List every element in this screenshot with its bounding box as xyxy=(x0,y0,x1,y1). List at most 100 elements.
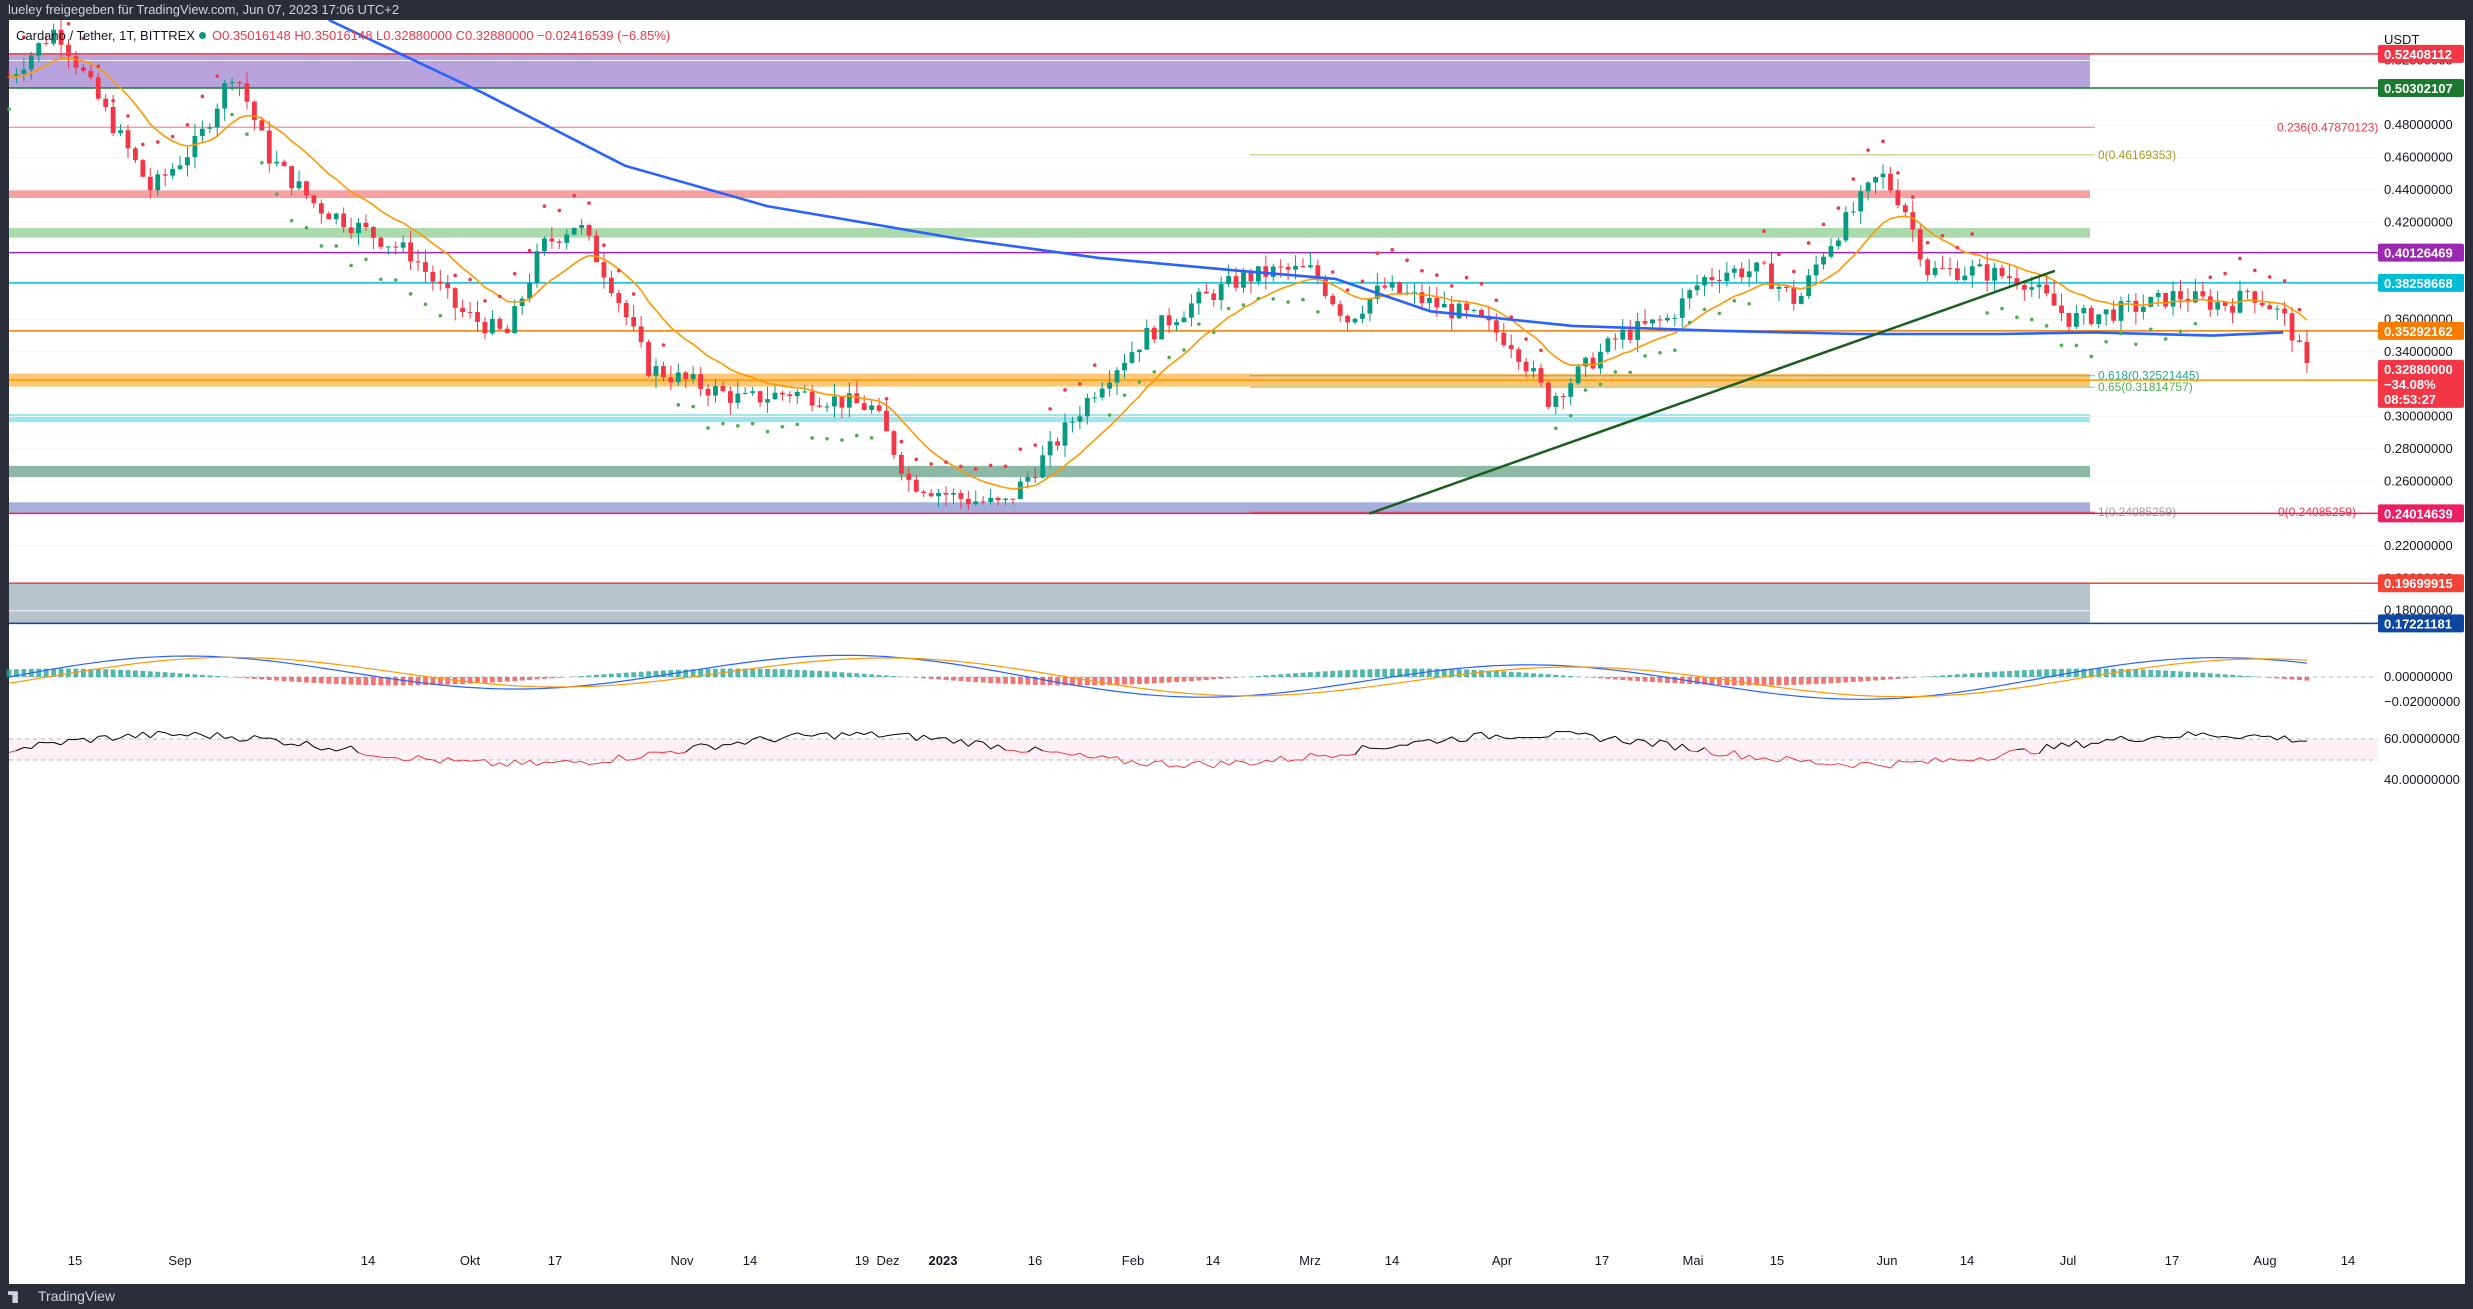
macd-histogram-bar xyxy=(1620,677,1626,681)
psar-dot xyxy=(1435,273,1439,277)
psar-dot xyxy=(1613,370,1618,374)
psar-dot xyxy=(691,404,695,409)
candle-body xyxy=(1664,317,1670,321)
macd-histogram-bar xyxy=(2245,676,2250,677)
rsi-segment xyxy=(1481,732,1490,740)
macd-histogram-bar xyxy=(2029,669,2035,677)
macd-histogram-bar xyxy=(177,673,183,677)
macd-histogram-bar xyxy=(1122,677,1127,685)
candle-body xyxy=(631,317,637,327)
psar-dot xyxy=(1464,275,1469,280)
symbol-label[interactable]: Cardano / Tether, 1T, BITTREX xyxy=(16,28,195,43)
macd-histogram-bar xyxy=(318,677,324,684)
candle-body xyxy=(1940,267,1945,269)
psar-dot xyxy=(200,94,205,99)
time-tick: Jun xyxy=(1877,1253,1898,1268)
macd-histogram-bar xyxy=(1954,674,1960,677)
rsi-segment xyxy=(1228,760,1237,766)
price-chart[interactable]: 0(0.46169353)0.236(0.47870123)0.618(0.32… xyxy=(0,20,2473,1284)
psar-dot xyxy=(185,122,190,127)
candle-body xyxy=(1278,266,1284,268)
rsi-tick: 60.00000000 xyxy=(2384,731,2460,746)
rsi-segment xyxy=(2239,735,2248,740)
candle-body xyxy=(921,491,927,494)
psar-dot xyxy=(1568,413,1573,418)
psar-dot xyxy=(1792,269,1796,274)
candle-body xyxy=(95,77,101,99)
candle-body xyxy=(1538,368,1544,383)
price-tag-label: 0.40126469 xyxy=(2384,246,2453,261)
candle-body xyxy=(995,497,1001,501)
psar-dot xyxy=(1405,258,1409,263)
candle-body xyxy=(1880,173,1886,178)
rsi-segment xyxy=(492,762,501,767)
candle-body xyxy=(1910,212,1916,230)
rsi-segment xyxy=(1176,765,1185,769)
rsi-segment xyxy=(1897,760,1906,763)
rsi-segment xyxy=(135,731,144,739)
symbol-legend[interactable]: Cardano / Tether, 1T, BITTREX O0.35016148… xyxy=(16,28,670,43)
candle-body xyxy=(571,227,577,235)
candle-body xyxy=(281,161,287,167)
macd-histogram-bar xyxy=(1969,673,1975,677)
candle-body xyxy=(1449,303,1455,319)
grid-layer xyxy=(9,59,2378,612)
macd-histogram-bar xyxy=(1999,671,2005,677)
rsi-segment xyxy=(2187,731,2196,737)
candle-body xyxy=(1285,266,1291,270)
candle-body xyxy=(549,238,555,242)
macd-histogram-bar xyxy=(1843,677,1849,683)
candle-body xyxy=(326,213,332,220)
macd-histogram-bar xyxy=(1144,677,1150,684)
macd-histogram-bar xyxy=(95,669,101,677)
psar-dot xyxy=(1628,370,1632,375)
candle-body xyxy=(408,242,413,262)
macd-histogram-bar xyxy=(147,671,153,677)
candle-body xyxy=(2245,290,2250,292)
candle-body xyxy=(497,318,503,329)
macd-histogram-bar xyxy=(1657,677,1663,683)
time-tick: 2023 xyxy=(929,1253,958,1268)
candle-body xyxy=(1203,291,1209,294)
macd-histogram-bar xyxy=(185,673,190,677)
candle-body xyxy=(1627,329,1633,340)
macd-histogram-bar xyxy=(393,677,399,686)
psar-dot xyxy=(1211,330,1216,335)
psar-dot xyxy=(1301,297,1305,302)
psar-dot xyxy=(2267,275,2272,279)
candle-body xyxy=(214,108,220,128)
macd-histogram-bar xyxy=(549,677,555,679)
psar-dot xyxy=(810,436,814,440)
rsi-segment xyxy=(1875,764,1884,767)
candle-body xyxy=(2029,287,2035,290)
macd-histogram-bar xyxy=(988,677,994,683)
macd-histogram-bar xyxy=(661,670,666,677)
candle-body xyxy=(66,44,71,57)
candle-body xyxy=(928,493,934,497)
psar-dot xyxy=(1420,268,1424,273)
rsi-segment xyxy=(209,732,218,739)
psar-dot xyxy=(1137,380,1142,384)
psar-dot xyxy=(1717,311,1722,316)
candle-body xyxy=(1017,481,1023,500)
psar-dot xyxy=(1583,388,1588,392)
price-axis: 0.520000000.480000000.460000000.44000000… xyxy=(2384,32,2460,787)
time-tick: 14 xyxy=(2341,1253,2355,1268)
macd-histogram-bar xyxy=(1382,668,1388,677)
candle-body xyxy=(780,392,785,395)
macd-histogram-bar xyxy=(1434,668,1440,677)
rsi-segment xyxy=(566,759,575,763)
macd-histogram-bar xyxy=(192,674,198,677)
macd-histogram-bar xyxy=(1263,675,1269,677)
candle-body xyxy=(1828,246,1834,257)
macd-histogram-bar xyxy=(445,677,451,685)
psar-dot xyxy=(2297,307,2302,312)
psar-dot xyxy=(1092,363,1097,367)
candle-body xyxy=(266,130,272,164)
candle-body xyxy=(1233,276,1239,288)
rsi-segment xyxy=(1183,762,1192,769)
macd-histogram-bar xyxy=(772,669,778,677)
candle-body xyxy=(2289,313,2295,341)
rsi-segment xyxy=(1912,760,1921,763)
rsi-segment xyxy=(514,759,523,765)
